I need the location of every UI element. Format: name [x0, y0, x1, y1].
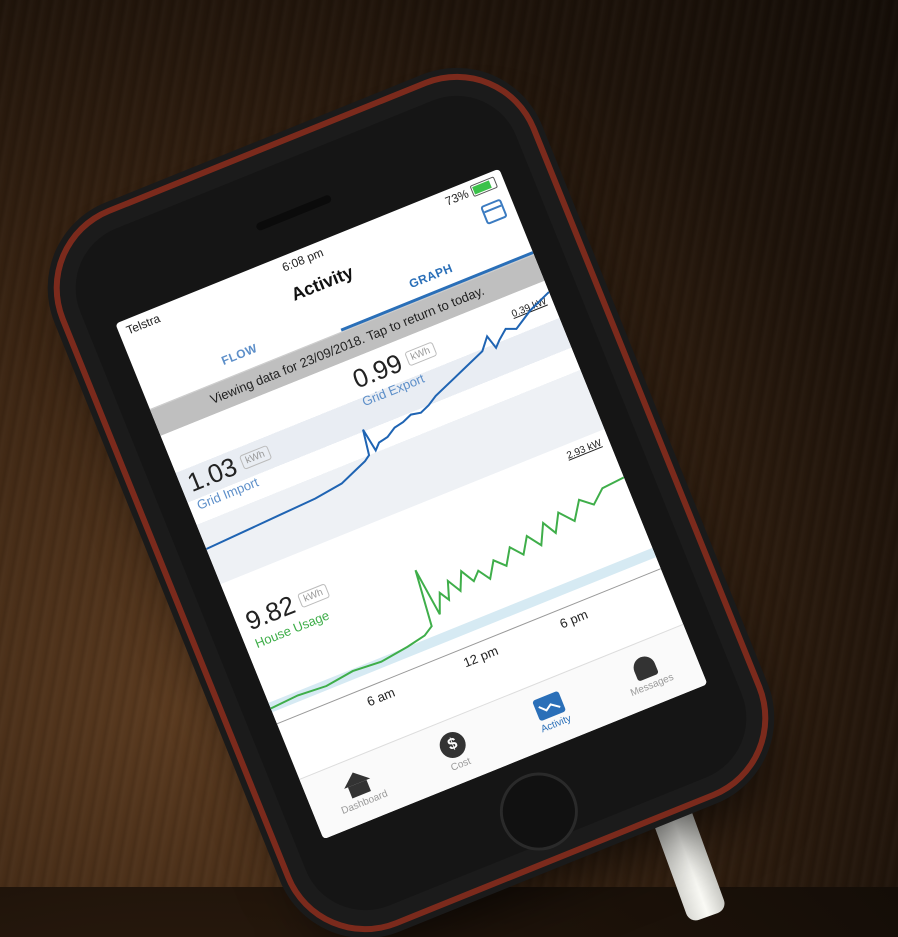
- home-icon: [339, 767, 370, 789]
- phone-photo: Telstra 6:08 pm 73% Activity FLOW GRAPH …: [56, 18, 832, 930]
- axis-tick-6pm: 6 pm: [557, 606, 590, 632]
- axis-tick-6am: 6 am: [364, 684, 398, 710]
- phone-body: Telstra 6:08 pm 73% Activity FLOW GRAPH …: [56, 76, 766, 930]
- earpiece-speaker: [255, 194, 333, 232]
- axis-tick-12pm: 12 pm: [461, 642, 501, 671]
- calendar-icon[interactable]: [479, 198, 508, 226]
- app-screen: Telstra 6:08 pm 73% Activity FLOW GRAPH …: [115, 168, 708, 840]
- tabbar-cost-label: Cost: [449, 755, 473, 774]
- home-button[interactable]: [488, 760, 590, 863]
